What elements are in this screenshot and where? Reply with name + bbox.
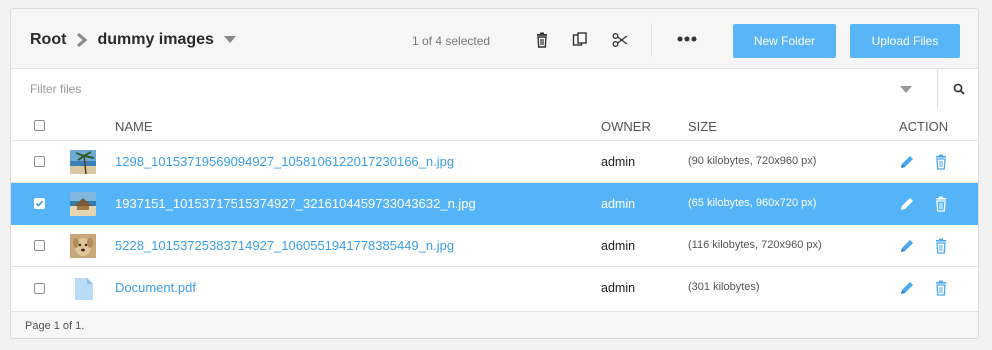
scissors-icon[interactable] [612,32,628,48]
file-owner: admin [601,197,636,211]
column-header-owner[interactable]: OWNER [601,119,651,134]
file-owner: admin [601,239,636,253]
file-owner: admin [601,155,636,169]
search-icon [953,83,965,95]
trash-icon[interactable] [933,154,949,170]
column-header-name[interactable]: NAME [115,119,153,134]
more-options-icon[interactable] [677,33,697,45]
file-owner: admin [601,281,636,295]
breadcrumb-root[interactable]: Root [30,31,66,49]
pencil-icon[interactable] [899,280,915,296]
table-row[interactable]: 1937151_10153717515374927_32161044597330… [11,183,978,225]
breadcrumb-current[interactable]: dummy images [97,31,213,49]
checkmark-icon [35,200,44,207]
table-header: NAME OWNER SIZE ACTION [11,110,978,141]
filter-bar [11,69,978,109]
filter-input[interactable] [11,69,937,109]
pencil-icon[interactable] [899,196,915,212]
row-checkbox[interactable] [34,240,45,251]
file-name-link[interactable]: Document.pdf [115,280,196,295]
trash-icon[interactable] [933,280,949,296]
file-size: (90 kilobytes, 720x960 px) [688,155,817,167]
table-row[interactable]: 1298_10153719569094927_10581061220172301… [11,141,978,183]
image-thumbnail[interactable] [70,234,96,258]
document-icon[interactable] [75,278,93,300]
table-row[interactable]: 5228_10153725383714927_10605519417783854… [11,225,978,267]
image-thumbnail[interactable] [70,150,96,174]
file-name-link[interactable]: 1298_10153719569094927_10581061220172301… [115,154,454,169]
file-name-link[interactable]: 1937151_10153717515374927_32161044597330… [115,196,476,211]
pencil-icon[interactable] [899,238,915,254]
column-header-size[interactable]: SIZE [688,119,717,134]
chevron-down-icon[interactable] [223,36,236,44]
copy-icon[interactable] [572,32,588,48]
upload-files-button[interactable]: Upload Files [850,24,960,58]
file-size: (301 kilobytes) [688,281,760,293]
page-indicator: Page 1 of 1. [25,320,85,332]
column-header-action: ACTION [899,119,949,134]
file-size: (116 kilobytes, 720x960 px) [688,239,822,251]
image-thumbnail[interactable] [70,192,96,216]
row-checkbox[interactable] [34,156,45,167]
selection-count: 1 of 4 selected [412,34,491,48]
trash-icon[interactable] [534,32,550,48]
file-size: (65 kilobytes, 960x720 px) [688,197,817,209]
toolbar: Root dummy images 1 of 4 selected New Fo… [11,9,978,69]
chevron-right-icon [77,32,88,48]
trash-icon[interactable] [933,238,949,254]
file-name-link[interactable]: 5228_10153725383714927_10605519417783854… [115,238,454,253]
breadcrumb: Root dummy images [30,31,236,49]
pagination-footer: Page 1 of 1. [11,311,978,338]
row-checkbox[interactable] [34,283,45,294]
file-manager-panel: Root dummy images 1 of 4 selected New Fo… [10,8,979,339]
pencil-icon[interactable] [899,154,915,170]
trash-icon[interactable] [933,196,949,212]
toolbar-divider [651,23,652,57]
new-folder-button[interactable]: New Folder [733,24,836,58]
search-button[interactable] [937,69,978,109]
row-checkbox[interactable] [34,198,45,209]
chevron-down-icon[interactable] [900,86,912,93]
table-row[interactable]: Document.pdf admin (301 kilobytes) [11,267,978,311]
select-all-checkbox[interactable] [34,120,45,131]
